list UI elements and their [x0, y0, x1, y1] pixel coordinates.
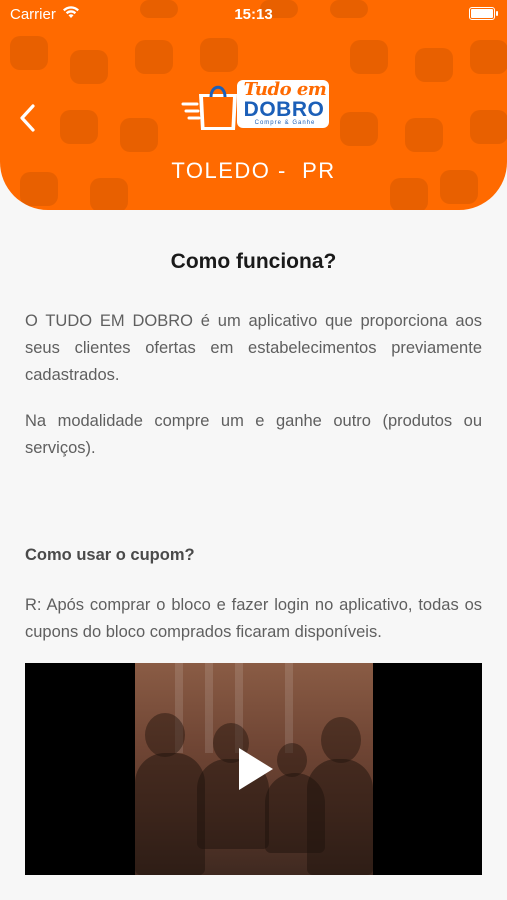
- video-player[interactable]: [25, 663, 482, 875]
- faq-question: Como usar o cupom?: [25, 546, 195, 564]
- intro-paragraph: O TUDO EM DOBRO é um aplicativo que prop…: [25, 312, 482, 384]
- logo-tagline: Compre & Ganhe: [254, 120, 316, 126]
- faq-answer: R: Após comprar o bloco e fazer login no…: [25, 596, 482, 641]
- shopping-bag-icon: [181, 85, 237, 130]
- app-logo: Tudo em DOBRO Compre & Ganhe: [181, 74, 329, 134]
- status-time: 15:13: [234, 6, 273, 23]
- play-icon[interactable]: [239, 748, 273, 790]
- logo-line2: DOBRO: [243, 98, 325, 121]
- header-banner: Carrier 15:13 Tudo em DOBRO Compre & Gan: [0, 0, 507, 210]
- logo-line1: Tudo em: [243, 79, 327, 100]
- back-button[interactable]: [14, 100, 44, 136]
- modality-paragraph: Na modalidade compre um e ganhe outro (p…: [25, 412, 482, 457]
- status-bar: Carrier 15:13: [0, 0, 507, 28]
- battery-icon: [469, 7, 498, 20]
- city-title: TOLEDO - PR: [171, 158, 336, 183]
- page-title: Como funciona?: [170, 250, 337, 273]
- chevron-left-icon: [20, 104, 35, 132]
